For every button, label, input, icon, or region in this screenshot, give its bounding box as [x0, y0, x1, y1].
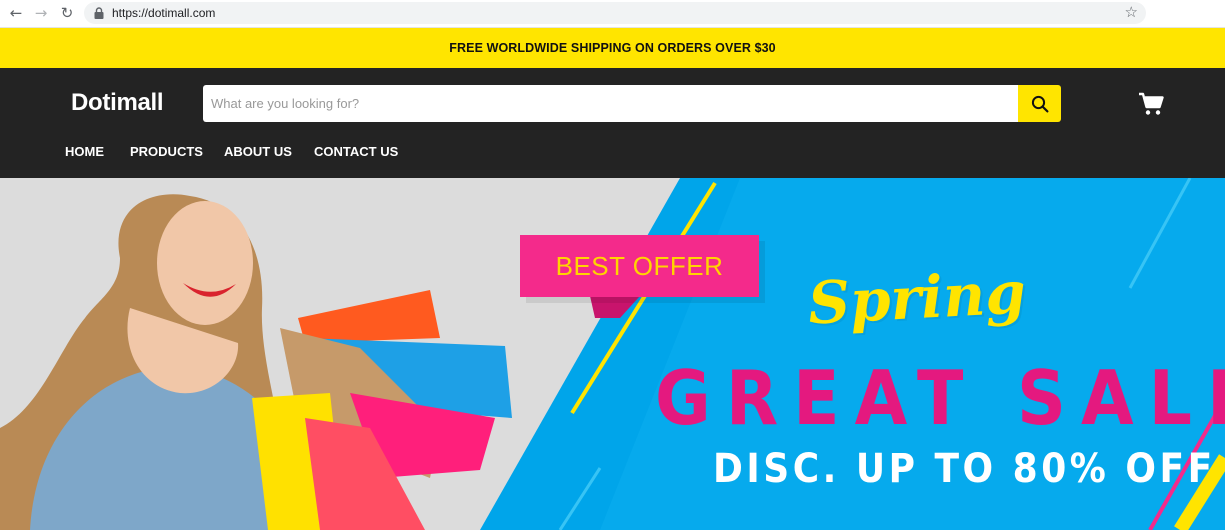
arrow-right-icon[interactable]: →: [31, 3, 51, 23]
hero-banner[interactable]: BEST OFFER Spring GREAT SALE DISC. UP TO…: [0, 178, 1225, 530]
nav-item-products[interactable]: PRODUCTS: [130, 144, 203, 159]
url-text[interactable]: https://dotimall.com: [112, 6, 215, 20]
arrow-left-icon[interactable]: ←: [6, 3, 26, 23]
nav-item-home[interactable]: HOME: [65, 144, 104, 159]
address-bar[interactable]: https://dotimall.com ☆: [84, 2, 1146, 24]
search-icon: [1031, 95, 1048, 112]
discount-text: DISC. UP TO 80% OFF: [713, 446, 1216, 492]
browser-toolbar: ← → ↻ https://dotimall.com ☆: [0, 0, 1225, 28]
announcement-text: FREE WORLDWIDE SHIPPING ON ORDERS OVER $…: [449, 41, 776, 55]
reload-icon[interactable]: ↻: [57, 3, 77, 23]
search-input[interactable]: [203, 85, 1018, 122]
nav-item-about-us[interactable]: ABOUT US: [224, 144, 292, 159]
site-header: Dotimall HOME PRODUCTS ABOUT US CONTACT …: [0, 68, 1225, 178]
lock-icon: [94, 7, 104, 19]
main-nav: HOME PRODUCTS ABOUT US CONTACT US: [0, 144, 600, 164]
cart-icon[interactable]: [1138, 92, 1164, 116]
best-offer-badge: BEST OFFER: [520, 235, 759, 297]
great-sale-headline: GREAT SALE: [655, 356, 1225, 443]
announcement-bar: FREE WORLDWIDE SHIPPING ON ORDERS OVER $…: [0, 28, 1225, 68]
site-logo[interactable]: Dotimall: [71, 89, 164, 117]
nav-item-contact-us[interactable]: CONTACT US: [314, 144, 398, 159]
best-offer-text: BEST OFFER: [555, 250, 724, 281]
search-button[interactable]: [1018, 85, 1061, 122]
spring-headline: Spring: [806, 258, 1028, 338]
star-icon[interactable]: ☆: [1125, 3, 1138, 21]
